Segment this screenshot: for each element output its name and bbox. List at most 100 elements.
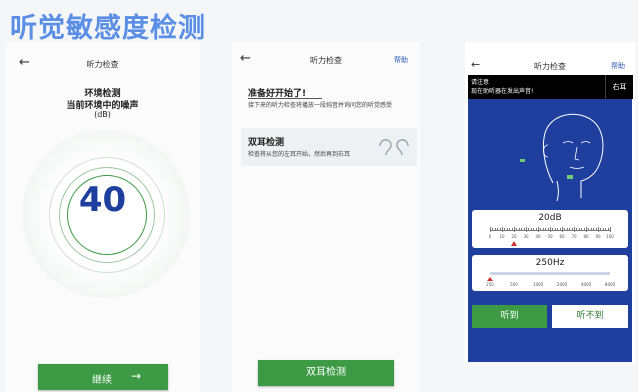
decibel-tick xyxy=(533,228,535,231)
notice-line-1: 请注意 xyxy=(471,79,490,86)
screen-title: 听力检查 xyxy=(86,60,119,69)
decibel-tick-label: 40 xyxy=(535,234,541,239)
back-arrow-icon[interactable]: ← xyxy=(19,55,30,70)
unit-label: (dB) xyxy=(94,110,111,119)
heard-button[interactable]: 听到 xyxy=(472,305,547,328)
decibel-tick xyxy=(605,228,607,231)
ear-indicator: 右耳 xyxy=(605,75,633,99)
frequency-track xyxy=(490,272,610,275)
decibel-tick xyxy=(530,228,532,231)
frequency-value: 250Hz xyxy=(535,258,565,268)
decibel-tick xyxy=(559,228,561,231)
screen-hearing-test-active: ← 听力检查 帮助 请注意 现在助听器在发出声音! 右耳 20dB 0 10 20 3… xyxy=(465,42,635,362)
decibel-tick xyxy=(564,228,566,231)
decibel-tick xyxy=(509,228,511,231)
decibel-tick xyxy=(511,228,513,231)
binaural-test-button[interactable]: 双耳检测 xyxy=(258,360,394,386)
decibel-tick xyxy=(545,228,547,231)
frequency-slider[interactable]: 250Hz 250 500 1000 2000 4000 8000 xyxy=(472,255,628,291)
decibel-marker[interactable] xyxy=(511,241,517,246)
decibel-tick xyxy=(593,228,595,231)
help-link[interactable]: 帮助 xyxy=(394,55,408,65)
arrow-right-icon: → xyxy=(131,369,142,383)
decibel-tick xyxy=(607,228,609,231)
decibel-tick xyxy=(586,227,587,232)
notice-line-2: 现在助听器在发出声音! xyxy=(471,88,534,95)
decibel-tick xyxy=(595,228,597,231)
decibel-tick xyxy=(562,227,563,232)
screen-title: 听力检查 xyxy=(310,56,342,65)
title-underline xyxy=(248,98,322,99)
decibel-tick-label: 60 xyxy=(559,234,565,239)
decibel-tick xyxy=(535,228,537,231)
decibel-tick xyxy=(590,228,592,231)
decibel-tick xyxy=(504,228,506,231)
decibel-tick xyxy=(518,228,520,231)
decibel-tick-label: 50 xyxy=(547,234,553,239)
decibel-tick xyxy=(521,228,523,231)
binaural-test-card[interactable]: 双耳检测 检查将从您的左耳开始，然后再到右耳 xyxy=(241,128,417,166)
decibel-tick xyxy=(574,227,575,232)
decibel-tick xyxy=(492,228,494,231)
head-outline-icon xyxy=(542,113,604,202)
decibel-tick xyxy=(494,228,496,231)
decibel-tick xyxy=(514,227,515,232)
frequency-tick-label: 1000 xyxy=(532,282,544,287)
ears-icon xyxy=(379,139,409,156)
decibel-tick xyxy=(610,227,611,232)
decibel-tick-label: 80 xyxy=(583,234,589,239)
decibel-tick xyxy=(547,228,549,231)
decibel-tick xyxy=(576,228,578,231)
back-arrow-icon[interactable]: ← xyxy=(471,58,480,71)
noise-value: 40 xyxy=(78,180,127,220)
decibel-tick xyxy=(506,228,508,231)
decibel-tick xyxy=(571,228,573,231)
frequency-tick-label: 250 xyxy=(486,282,494,287)
decibel-tick xyxy=(602,228,604,231)
decibel-tick xyxy=(598,227,599,232)
frequency-marker[interactable] xyxy=(487,277,493,281)
decibel-tick xyxy=(588,228,590,231)
decibel-tick-label: 90 xyxy=(595,234,601,239)
continue-label: 继续 xyxy=(92,375,112,386)
decibel-tick xyxy=(552,228,554,231)
help-link[interactable]: 帮助 xyxy=(611,61,625,71)
screen-environment-check: ← 听力检查 环境检测 当前环境中的噪声 (dB) 40 继续 → xyxy=(5,42,200,392)
decibel-slider[interactable]: 20dB 0 10 20 30 40 50 60 70 80 90 100 xyxy=(472,210,628,248)
decibel-tick xyxy=(578,228,580,231)
decibel-tick xyxy=(550,227,551,232)
decibel-tick xyxy=(583,228,585,231)
frequency-tick-label: 8000 xyxy=(604,282,616,287)
decibel-tick-label: 0 xyxy=(488,234,492,239)
ready-description: 接下来的听力检查将播放一段纯音并询问您的听觉感受 xyxy=(248,102,393,109)
decibel-tick xyxy=(497,228,499,231)
decibel-tick xyxy=(557,228,559,231)
decibel-tick xyxy=(554,228,556,231)
decibel-tick xyxy=(581,228,583,231)
notice-banner: 请注意 现在助听器在发出声音! xyxy=(468,75,605,99)
decibel-tick xyxy=(569,228,571,231)
decibel-tick xyxy=(528,228,530,231)
card-description: 检查将从您的左耳开始，然后再到右耳 xyxy=(248,151,351,158)
decibel-value: 20dB xyxy=(538,213,562,223)
decibel-tick xyxy=(490,227,491,232)
frequency-tick-label: 2000 xyxy=(556,282,568,287)
decibel-tick xyxy=(540,228,542,231)
back-arrow-icon[interactable]: ← xyxy=(240,51,251,66)
continue-button[interactable]: 继续 → xyxy=(38,364,168,390)
decibel-tick xyxy=(523,228,525,231)
decibel-tick-label: 10 xyxy=(499,234,505,239)
decibel-tick xyxy=(538,227,539,232)
screen-title: 听力检查 xyxy=(534,62,566,71)
decibel-tick xyxy=(516,228,518,231)
test-panel: 请注意 现在助听器在发出声音! 右耳 20dB 0 10 20 30 40 50 60 70 8… xyxy=(468,75,633,362)
screen-hearing-test-intro: ← 听力检查 帮助 准备好开始了! 接下来的听力检查将播放一段纯音并询问您的听觉… xyxy=(232,42,420,392)
decibel-tick xyxy=(566,228,568,231)
not-heard-button[interactable]: 听不到 xyxy=(552,305,628,328)
decibel-tick xyxy=(499,228,501,231)
sound-indicator-icon xyxy=(520,159,525,162)
decibel-tick xyxy=(526,227,527,232)
decibel-tick xyxy=(502,227,503,232)
decibel-tick-label: 20 xyxy=(511,234,517,239)
banner-title: 听觉敏感度检测 xyxy=(10,13,206,44)
